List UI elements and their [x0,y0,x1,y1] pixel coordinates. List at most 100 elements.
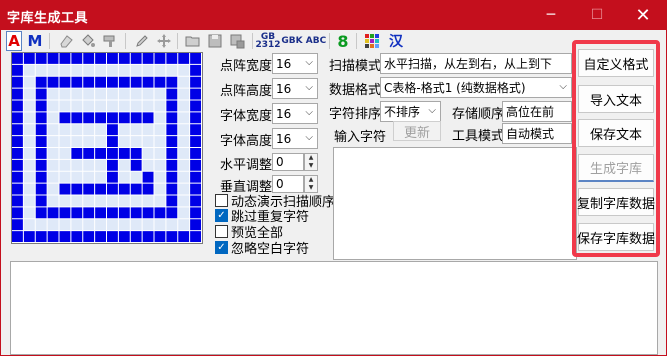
glyph-pixel[interactable] [35,159,47,171]
glyph-pixel[interactable] [118,136,130,148]
input-chars-textarea[interactable] [333,147,577,260]
glyph-pixel[interactable] [95,124,107,136]
glyph-pixel[interactable] [23,64,35,76]
option-ignore-blank[interactable]: ✓ 忽略空白字符 [215,238,309,257]
glyph-pixel[interactable] [83,136,95,148]
glyph-pixel[interactable] [59,195,71,207]
glyph-pixel[interactable] [71,112,83,124]
glyph-pixel[interactable] [47,207,59,219]
glyph-pixel[interactable] [23,183,35,195]
glyph-pixel[interactable] [35,207,47,219]
glyph-pixel[interactable] [130,231,142,243]
glyph-pixel[interactable] [118,112,130,124]
glyph-pixel[interactable] [23,88,35,100]
glyph-pixel[interactable] [59,148,71,159]
glyph-pixel[interactable] [23,136,35,148]
glyph-pixel[interactable] [178,159,190,171]
glyph-preview-grid[interactable] [12,53,202,243]
glyph-pixel[interactable] [178,64,190,76]
glyph-pixel[interactable] [23,100,35,112]
glyph-pixel[interactable] [83,112,95,124]
glyph-pixel[interactable] [47,219,59,231]
glyph-pixel[interactable] [166,88,178,100]
glyph-pixel[interactable] [107,195,118,207]
glyph-pixel[interactable] [71,207,83,219]
glyph-pixel[interactable] [154,124,166,136]
glyph-pixel[interactable] [154,219,166,231]
close-button[interactable]: ✕ [620,0,666,30]
glyph-pixel[interactable] [154,207,166,219]
glyph-pixel[interactable] [190,195,202,207]
glyph-pixel[interactable] [23,76,35,88]
glyph-pixel[interactable] [95,100,107,112]
glyph-pixel[interactable] [12,219,23,231]
eraser-icon[interactable] [57,31,75,51]
glyph-pixel[interactable] [12,183,23,195]
glyph-pixel[interactable] [130,207,142,219]
glyph-pixel[interactable] [142,76,154,88]
glyph-pixel[interactable] [83,53,95,64]
glyph-pixel[interactable] [71,195,83,207]
glyph-pixel[interactable] [83,124,95,136]
glyph-pixel[interactable] [12,124,23,136]
glyph-pixel[interactable] [47,64,59,76]
glyph-pixel[interactable] [190,64,202,76]
glyph-pixel[interactable] [178,231,190,243]
glyph-pixel[interactable] [154,112,166,124]
glyph-pixel[interactable] [130,76,142,88]
glyph-pixel[interactable] [95,231,107,243]
glyph-pixel[interactable] [190,100,202,112]
glyph-pixel[interactable] [154,171,166,183]
checkbox-checked[interactable]: ✓ [215,209,228,222]
glyph-pixel[interactable] [59,183,71,195]
glyph-pixel[interactable] [23,159,35,171]
glyph-pixel[interactable] [12,112,23,124]
gbk-button[interactable]: GBK [281,31,302,51]
glyph-pixel[interactable] [23,124,35,136]
dot-height-select[interactable]: 16 ⌵ [272,78,318,99]
glyph-pixel[interactable] [47,183,59,195]
glyph-pixel[interactable] [190,231,202,243]
glyph-pixel[interactable] [142,183,154,195]
glyph-pixel[interactable] [59,112,71,124]
glyph-pixel[interactable] [95,219,107,231]
glyph-pixel[interactable] [190,124,202,136]
glyph-pixel[interactable] [178,76,190,88]
glyph-pixel[interactable] [47,148,59,159]
font-height-select[interactable]: 16 ⌵ [272,128,318,149]
maximize-button[interactable]: ☐ [574,0,620,30]
glyph-pixel[interactable] [95,171,107,183]
glyph-pixel[interactable] [130,219,142,231]
glyph-pixel[interactable] [95,53,107,64]
glyph-pixel[interactable] [12,76,23,88]
glyph-pixel[interactable] [107,53,118,64]
glyph-pixel[interactable] [12,136,23,148]
glyph-pixel[interactable] [154,53,166,64]
glyph-pixel[interactable] [71,231,83,243]
glyph-pixel[interactable] [130,136,142,148]
glyph-pixel[interactable] [190,136,202,148]
char-sort-select[interactable]: 不排序 ⌵ [380,101,441,122]
glyph-pixel[interactable] [166,64,178,76]
glyph-pixel[interactable] [59,53,71,64]
glyph-pixel[interactable] [178,195,190,207]
glyph-pixel[interactable] [142,64,154,76]
glyph-pixel[interactable] [83,207,95,219]
glyph-pixel[interactable] [59,124,71,136]
glyph-pixel[interactable] [142,195,154,207]
glyph-pixel[interactable] [190,207,202,219]
glyph-pixel[interactable] [130,64,142,76]
glyph-pixel[interactable] [107,159,118,171]
glyph-pixel[interactable] [83,231,95,243]
glyph-pixel[interactable] [118,100,130,112]
h-adjust-stepper[interactable]: ▲ ▼ [304,153,318,171]
tool-mode-select[interactable]: 自动模式 [502,123,572,144]
glyph-pixel[interactable] [47,112,59,124]
glyph-pixel[interactable] [47,159,59,171]
glyph-pixel[interactable] [166,124,178,136]
glyph-pixel[interactable] [166,53,178,64]
pencil-icon[interactable] [133,31,151,51]
glyph-pixel[interactable] [190,159,202,171]
glyph-pixel[interactable] [166,76,178,88]
glyph-pixel[interactable] [12,207,23,219]
